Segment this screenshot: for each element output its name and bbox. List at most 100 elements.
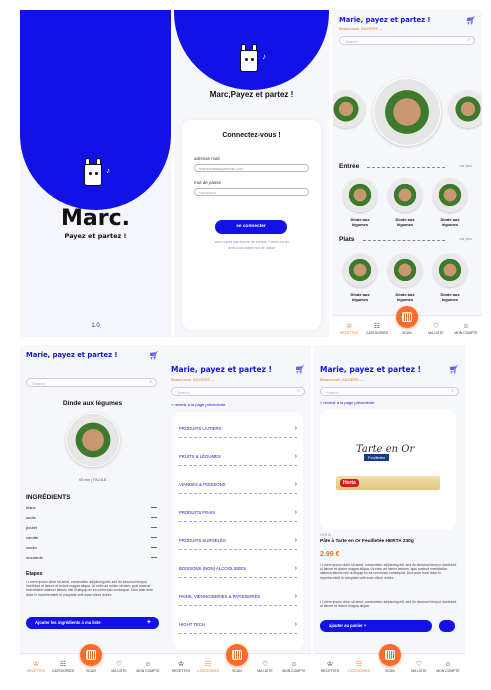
scan-button[interactable] — [80, 644, 102, 666]
scan-button[interactable] — [379, 644, 401, 666]
nav-categories[interactable]: ☷ CATEGORIES — [194, 660, 222, 673]
chevron-right-icon: › — [294, 537, 297, 544]
remove-ingredient-button[interactable] — [151, 557, 157, 558]
cart-icon[interactable]: 🛒︎ — [449, 365, 459, 374]
recipe-image — [66, 413, 120, 467]
remove-ingredient-button[interactable] — [151, 547, 157, 548]
dish-card-image[interactable] — [343, 178, 377, 212]
category-item[interactable]: PRODUITS LAITIERS › — [179, 420, 297, 438]
nav-categories[interactable]: ☷ CATEGORIES — [49, 660, 77, 673]
category-item[interactable]: FRUITS & LÉGUMES › — [179, 448, 297, 466]
dish-card-image[interactable] — [433, 178, 467, 212]
location-selector[interactable]: Beaucouzé, ANGERS ⌄ — [320, 377, 363, 382]
category-item[interactable]: PRODUITS SURGELÉS › — [179, 532, 297, 550]
nav-ma-liste[interactable]: ♡ MA LISTE — [422, 322, 450, 335]
search-input[interactable]: Search ⌕ — [171, 387, 305, 396]
heart-icon: ♡ — [115, 661, 123, 668]
scan-button[interactable] — [396, 306, 418, 328]
category-item[interactable]: PAINS, VIENNOISERIES & PATISSERIES › — [179, 588, 297, 606]
login-card-title: Connectez-vous ! — [222, 132, 281, 139]
steps-text: • Lorem ipsum dolor sit amet, consectetu… — [26, 580, 154, 597]
heart-icon: ♡ — [415, 661, 423, 668]
bottom-nav: ♔RECETTES ☷CATEGORIES .SCAN ♡MA LISTE ☺M… — [314, 644, 465, 675]
ingredient-item: poulet — [26, 525, 37, 530]
login-button[interactable]: se connecter — [215, 220, 287, 234]
scan-button[interactable] — [226, 644, 248, 666]
chef-hat-icon: ♔ — [345, 323, 353, 330]
nav-mon-compte[interactable]: ☺ MON COMPTE — [450, 322, 482, 335]
nav-categories[interactable]: ☷ CATEGORIES — [345, 660, 373, 673]
dish-card-image[interactable] — [433, 253, 467, 287]
search-input[interactable]: Search ⌕ — [339, 36, 475, 45]
email-field[interactable]: marcfantastiqueemail.com — [194, 164, 309, 172]
chevron-down-icon: ⌄ — [211, 377, 215, 382]
nav-recettes[interactable]: ♔ RECETTES — [167, 660, 195, 673]
nav-recettes[interactable]: ♔ RECETTES — [316, 660, 344, 673]
dish-card-name: Dinde aux légumes — [350, 292, 370, 302]
chef-hat-icon: ♔ — [326, 661, 334, 668]
barcode-icon — [232, 650, 242, 660]
back-link[interactable]: < revenir à la page précedente — [320, 400, 374, 405]
nav-recettes[interactable]: ♔ RECETTES — [22, 660, 50, 673]
add-ingredients-button[interactable]: Ajouter les ingrédients à ma liste + — [26, 617, 159, 629]
ingredients-title: INGRÉDIENTS — [26, 494, 71, 501]
chevron-right-icon: › — [294, 565, 297, 572]
cart-icon[interactable]: 🛒︎ — [149, 351, 159, 360]
category-item[interactable]: PRODUITS FRAIS › — [179, 504, 297, 522]
app-header-title: Marie, payez et partez ! — [26, 351, 118, 359]
see-all-entree-link[interactable]: voir plus — [459, 164, 472, 168]
category-item[interactable]: BOISSONS (NON) ALCOOLISÉES › — [179, 560, 297, 578]
search-icon: ⌕ — [149, 379, 152, 385]
login-header-title: Marc,Payez et partez ! — [209, 90, 294, 99]
dish-card-name: Dinde aux légumes — [395, 292, 415, 302]
scan-shortcut-button[interactable] — [439, 620, 455, 632]
hero-dish-image[interactable] — [373, 78, 441, 146]
add-to-cart-button[interactable]: ajouter au panier + — [320, 620, 432, 632]
home-screen: Marie, payez et partez ! 🛒︎ Beaucouzé, A… — [333, 10, 482, 337]
user-icon: ☺ — [144, 661, 152, 668]
product-image-card: Tarte en Or Feuilletée Herta — [320, 410, 456, 530]
cart-icon[interactable]: 🛒︎ — [466, 16, 476, 25]
back-link[interactable]: < revenir à la page précedente — [171, 402, 225, 407]
nav-ma-liste[interactable]: ♡ MA LISTE — [405, 660, 433, 673]
splash-screen: ♪ Marc. Payez et partez ! 1.0 — [20, 10, 171, 337]
categories-icon: ☷ — [59, 661, 67, 668]
location-selector[interactable]: Beaucouzé, ANGERS ⌄ — [171, 377, 214, 382]
forgot-password-link[interactable]: avez-vous oublié mot de passe — [182, 246, 321, 250]
nav-mon-compte[interactable]: ☺ MON COMPTE — [432, 660, 464, 673]
nav-recettes[interactable]: ♔ RECETTES — [335, 322, 363, 335]
category-item[interactable]: VIANDES & POISSONS › — [179, 476, 297, 494]
search-input[interactable]: Search ⌕ — [320, 387, 459, 396]
recipe-screen: Marie, payez et partez ! 🛒︎ Search ⌕ Dind… — [20, 345, 165, 675]
see-all-plats-link[interactable]: voir plus — [459, 237, 472, 241]
nav-categories[interactable]: ☷ CATEGORIES — [363, 322, 391, 335]
dish-card-image[interactable] — [388, 178, 422, 212]
user-icon: ☺ — [290, 661, 298, 668]
categories-screen: Marie, payez et partez ! 🛒︎ Beaucouzé, A… — [165, 345, 311, 675]
product-image: Tarte en Or Feuilletée Herta — [336, 440, 440, 500]
category-item[interactable]: HIGHT TECH › — [179, 616, 297, 634]
cart-icon[interactable]: 🛒︎ — [295, 365, 305, 374]
splash-tagline: Payez et partez ! — [64, 232, 127, 240]
remove-ingredient-button[interactable] — [151, 537, 157, 538]
dish-card-image[interactable] — [388, 253, 422, 287]
remove-ingredient-button[interactable] — [151, 527, 157, 528]
location-selector[interactable]: Beaucouzé, ANGERS ⌄ — [339, 26, 382, 31]
nav-mon-compte[interactable]: ☺ MON COMPTE — [132, 660, 164, 673]
password-field[interactable]: ••••••••••••• — [194, 188, 309, 196]
nav-ma-liste[interactable]: ♡ MA LISTE — [105, 660, 133, 673]
app-header-title: Marie, payez et partez ! — [320, 365, 421, 374]
dish-card-image[interactable] — [343, 253, 377, 287]
nav-ma-liste[interactable]: ♡ MA LISTE — [251, 660, 279, 673]
nav-mon-compte[interactable]: ☺ MON COMPTE — [278, 660, 310, 673]
product-brand: HERTA — [320, 533, 332, 537]
search-icon: ⌕ — [297, 388, 300, 394]
remove-ingredient-button[interactable] — [151, 507, 157, 508]
search-input[interactable]: Search ⌕ — [26, 378, 157, 387]
remove-ingredient-button[interactable] — [151, 517, 157, 518]
chevron-right-icon: › — [294, 481, 297, 488]
signup-link[interactable]: vous n'avez pas encore de compte ? créez… — [182, 240, 321, 244]
section-plats-title: Plats — [339, 236, 355, 243]
dish-card-name: Dinde aux légumes — [440, 217, 460, 227]
chevron-right-icon: › — [294, 453, 297, 460]
